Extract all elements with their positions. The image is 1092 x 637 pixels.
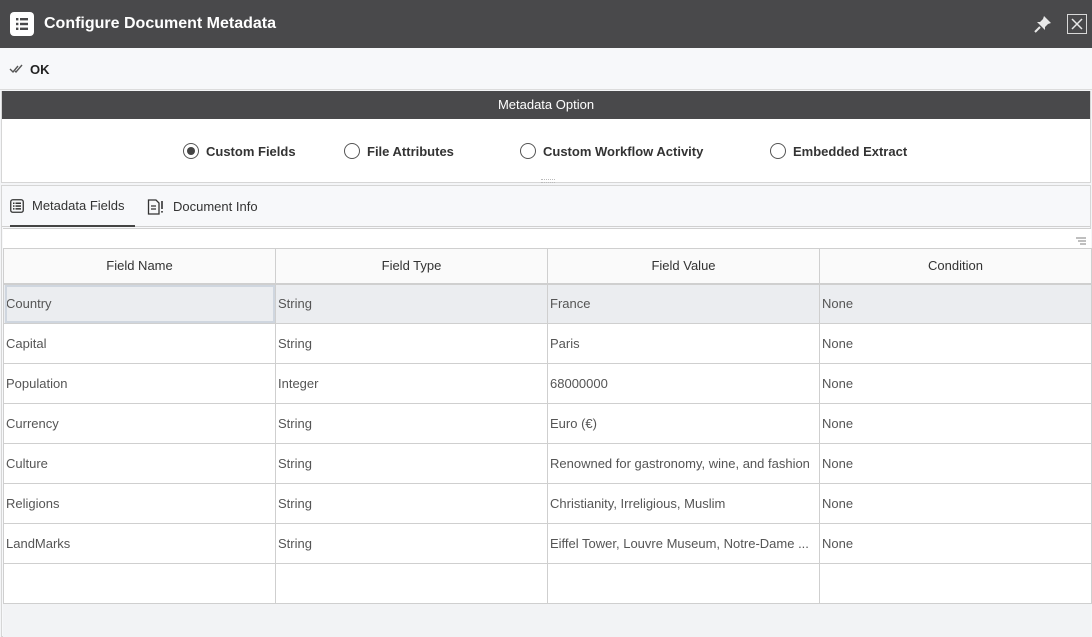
table-row[interactable]: Currency String Euro (€) None [3, 403, 1092, 444]
ok-button[interactable]: OK [9, 60, 50, 78]
cell-field-value[interactable]: 68000000 [547, 363, 820, 404]
metadata-option-panel: Metadata Option Custom Fields File Attri… [1, 91, 1091, 183]
radio-embedded-extract[interactable]: Embedded Extract [770, 143, 907, 159]
tabs-panel: Metadata Fields Document Info Field Name… [1, 185, 1092, 637]
cell-field-name[interactable]: Currency [3, 403, 276, 444]
tab-document-info[interactable]: Document Info [147, 186, 258, 227]
cell-field-value[interactable] [547, 563, 820, 604]
cell-condition[interactable]: None [819, 363, 1092, 404]
metadata-fields-grid: Field Name Field Type Field Value Condit… [3, 228, 1092, 637]
radio-label: Custom Fields [206, 143, 296, 159]
pin-icon[interactable] [1033, 14, 1053, 34]
cell-condition[interactable]: None [819, 443, 1092, 484]
column-header-condition[interactable]: Condition [819, 248, 1092, 285]
ok-label: OK [30, 61, 50, 77]
cell-field-type[interactable]: String [275, 323, 548, 364]
radio-unselected-icon [770, 143, 786, 159]
cell-field-name[interactable]: Population [3, 363, 276, 404]
cell-field-type[interactable]: Integer [275, 363, 548, 404]
splitter-handle[interactable] [541, 179, 555, 183]
cell-condition[interactable]: None [819, 403, 1092, 444]
metadata-option-group: Custom Fields File Attributes Custom Wor… [2, 143, 1090, 161]
cell-field-type[interactable]: String [275, 523, 548, 564]
table-row-new[interactable] [3, 563, 1092, 604]
table-row[interactable]: Capital String Paris None [3, 323, 1092, 364]
cell-field-name[interactable]: LandMarks [3, 523, 276, 564]
radio-file-attributes[interactable]: File Attributes [344, 143, 454, 159]
cell-condition[interactable] [819, 563, 1092, 604]
cell-field-value[interactable]: Paris [547, 323, 820, 364]
cell-field-type[interactable]: String [275, 443, 548, 484]
radio-custom-workflow-activity[interactable]: Custom Workflow Activity [520, 143, 703, 159]
radio-label: Embedded Extract [793, 143, 908, 159]
cell-field-name[interactable]: Country [3, 283, 276, 324]
close-icon[interactable] [1067, 14, 1087, 34]
cell-field-type[interactable]: String [275, 283, 548, 324]
table-row[interactable]: Religions String Christianity, Irreligio… [3, 483, 1092, 524]
column-header-field-value[interactable]: Field Value [547, 248, 820, 285]
cell-field-value[interactable]: Euro (€) [547, 403, 820, 444]
cell-field-name[interactable] [3, 563, 276, 604]
radio-custom-fields[interactable]: Custom Fields [183, 143, 296, 159]
cell-field-type[interactable] [275, 563, 548, 604]
table-row[interactable]: Country String France None [3, 283, 1092, 324]
table-row[interactable]: LandMarks String Eiffel Tower, Louvre Mu… [3, 523, 1092, 564]
title-bar: Configure Document Metadata [0, 0, 1092, 48]
cell-field-name[interactable]: Religions [3, 483, 276, 524]
list-icon [10, 12, 34, 36]
column-header-field-type[interactable]: Field Type [275, 248, 548, 285]
grid-footer [3, 603, 1091, 637]
column-header-field-name[interactable]: Field Name [3, 248, 276, 285]
document-alert-icon [147, 198, 163, 215]
radio-unselected-icon [520, 143, 536, 159]
table-row[interactable]: Culture String Renowned for gastronomy, … [3, 443, 1092, 484]
tab-bar: Metadata Fields Document Info [2, 186, 1090, 227]
cell-condition[interactable]: None [819, 523, 1092, 564]
cell-field-type[interactable]: String [275, 483, 548, 524]
cell-condition[interactable]: None [819, 323, 1092, 364]
metadata-option-header: Metadata Option [2, 91, 1090, 119]
table-row[interactable]: Population Integer 68000000 None [3, 363, 1092, 404]
cell-field-name[interactable]: Culture [3, 443, 276, 484]
cell-field-value[interactable]: Eiffel Tower, Louvre Museum, Notre-Dame … [547, 523, 820, 564]
cell-condition[interactable]: None [819, 283, 1092, 324]
cell-field-value[interactable]: Christianity, Irreligious, Muslim [547, 483, 820, 524]
radio-label: Custom Workflow Activity [543, 143, 704, 159]
radio-unselected-icon [344, 143, 360, 159]
radio-label: File Attributes [367, 143, 454, 159]
radio-selected-icon [183, 143, 199, 159]
toolbar: OK [0, 48, 1092, 90]
table-header-row: Field Name Field Type Field Value Condit… [3, 248, 1092, 285]
cell-field-value[interactable]: France [547, 283, 820, 324]
double-check-icon [9, 64, 23, 74]
list-icon [10, 198, 24, 213]
tab-label: Document Info [173, 199, 258, 214]
tab-metadata-fields[interactable]: Metadata Fields [10, 186, 135, 227]
column-menu-icon[interactable] [1075, 234, 1087, 245]
cell-condition[interactable]: None [819, 483, 1092, 524]
window-title: Configure Document Metadata [44, 15, 277, 32]
metadata-table: Field Name Field Type Field Value Condit… [3, 248, 1092, 604]
cell-field-type[interactable]: String [275, 403, 548, 444]
cell-field-value[interactable]: Renowned for gastronomy, wine, and fashi… [547, 443, 820, 484]
tab-label: Metadata Fields [32, 198, 125, 213]
cell-field-name[interactable]: Capital [3, 323, 276, 364]
